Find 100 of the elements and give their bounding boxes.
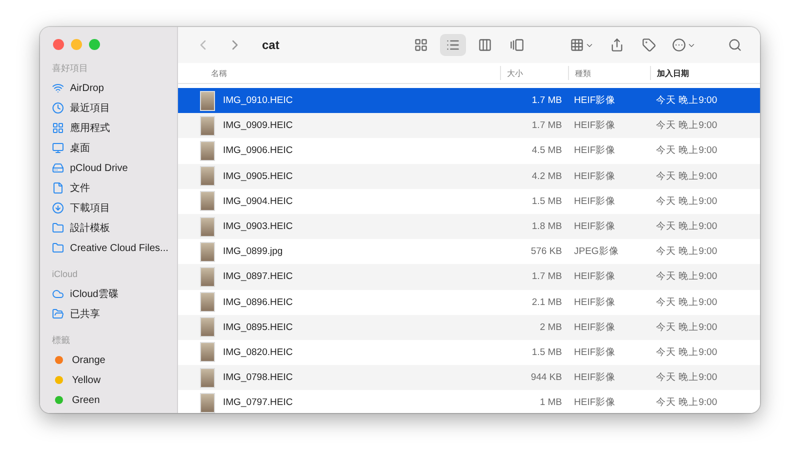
file-row[interactable]: IMG_0910.HEIC 1.7 MB HEIF影像 今天 晚上9:00 xyxy=(178,88,760,114)
tag-icon xyxy=(642,38,656,52)
sidebar-item[interactable]: 文件 xyxy=(40,178,177,198)
folder-icon xyxy=(52,222,64,234)
sidebar-item[interactable]: Green xyxy=(40,390,177,410)
sidebar-item[interactable]: Orange xyxy=(40,350,177,370)
date-added: 今天 晚上9:00 xyxy=(655,144,718,158)
file-size: 2.1 MB xyxy=(530,296,563,308)
date-added: 今天 晚上9:00 xyxy=(655,346,718,359)
sidebar-item[interactable]: 設計模板 xyxy=(40,218,177,238)
photo-placeholder xyxy=(200,368,215,388)
column-heading[interactable]: 大小 xyxy=(500,66,568,80)
file-size: 1.5 MB xyxy=(530,196,563,207)
file-size: 1.8 MB xyxy=(530,221,563,232)
photo-placeholder xyxy=(200,317,215,338)
list-view-icon xyxy=(446,38,460,52)
file-row[interactable]: IMG_0895.HEIC 2 MB HEIF影像 今天 晚上9:00 xyxy=(178,314,760,340)
file-name: IMG_0909.HEIC xyxy=(223,120,293,132)
sidebar-item[interactable]: 最近項目 xyxy=(40,98,177,118)
file-size: 1.7 MB xyxy=(530,95,563,106)
file-name: IMG_0899.jpg xyxy=(223,246,283,258)
file-kind: HEIF影像 xyxy=(573,320,617,334)
list-view-button[interactable] xyxy=(440,34,466,56)
photo-placeholder xyxy=(200,90,215,111)
file-kind: HEIF影像 xyxy=(573,270,617,284)
column-heading[interactable]: 加入日期 xyxy=(650,66,760,80)
download-icon xyxy=(52,202,64,214)
file-kind: HEIF影像 xyxy=(573,396,617,410)
column-heading[interactable]: 名稱 xyxy=(178,66,500,80)
sidebar-item[interactable]: AirDrop xyxy=(40,78,177,98)
file-size: 4.5 MB xyxy=(530,145,563,156)
file-kind: HEIF影像 xyxy=(573,194,617,208)
file-kind: HEIF影像 xyxy=(573,119,617,132)
file-row[interactable]: IMG_0909.HEIC 1.7 MB HEIF影像 今天 晚上9:00 xyxy=(178,113,760,138)
icon-view-icon xyxy=(414,38,428,52)
date-added: 今天 晚上9:00 xyxy=(655,371,718,384)
file-row[interactable]: IMG_0897.HEIC 1.7 MB HEIF影像 今天 晚上9:00 xyxy=(178,264,760,290)
file-name: IMG_0896.HEIC xyxy=(223,296,293,308)
date-added: 今天 晚上9:00 xyxy=(655,320,718,334)
date-added: 今天 晚上9:00 xyxy=(655,396,718,410)
sidebar-item[interactable]: Creative Cloud Files... xyxy=(40,238,177,258)
file-name: IMG_0895.HEIC xyxy=(223,322,293,333)
file-kind: HEIF影像 xyxy=(573,94,617,108)
file-name: IMG_0797.HEIC xyxy=(223,397,293,408)
file-row[interactable]: IMG_0798.HEIC 944 KB HEIF影像 今天 晚上9:00 xyxy=(178,365,760,390)
sidebar-item[interactable]: 桌面 xyxy=(40,138,177,158)
column-view-icon xyxy=(478,38,492,52)
sidebar-item[interactable]: iCloud雲碟 xyxy=(40,284,177,304)
file-row[interactable]: IMG_0903.HEIC 1.8 MB HEIF影像 今天 晚上9:00 xyxy=(178,214,760,240)
photo-placeholder xyxy=(200,392,215,413)
file-name: IMG_0820.HEIC xyxy=(223,346,293,358)
apps-icon xyxy=(52,122,64,134)
sidebar-item[interactable]: 應用程式 xyxy=(40,118,177,138)
sidebar-item[interactable]: pCloud Drive xyxy=(40,158,177,178)
file-kind: HEIF影像 xyxy=(573,220,617,234)
file-name: IMG_0798.HEIC xyxy=(223,372,293,384)
sidebar-item[interactable]: 下載項目 xyxy=(40,198,177,218)
file-row[interactable]: IMG_0797.HEIC 1 MB HEIF影像 今天 晚上9:00 xyxy=(178,390,760,413)
sidebar-section-title: 標籤 xyxy=(51,334,71,347)
sidebar-item[interactable]: Yellow xyxy=(40,370,177,390)
file-name: IMG_0897.HEIC xyxy=(223,271,293,282)
file-name: IMG_0906.HEIC xyxy=(223,145,293,156)
document-icon xyxy=(52,182,64,194)
window-title: cat xyxy=(262,38,280,52)
photo-placeholder xyxy=(200,166,215,186)
cloud-icon xyxy=(52,288,64,300)
sidebar-section-title: 喜好項目 xyxy=(51,62,89,75)
file-kind: HEIF影像 xyxy=(573,296,617,309)
clock-icon xyxy=(52,102,64,114)
date-added: 今天 晚上9:00 xyxy=(655,119,718,132)
photo-placeholder xyxy=(200,342,215,362)
photo-placeholder xyxy=(200,216,215,237)
file-size: 1 MB xyxy=(538,397,563,408)
file-size: 576 KB xyxy=(530,246,563,258)
file-size: 4.2 MB xyxy=(530,170,563,182)
photo-placeholder xyxy=(200,242,215,262)
sidebar-item[interactable]: 已共享 xyxy=(40,304,177,324)
file-name: IMG_0905.HEIC xyxy=(223,170,293,182)
column-heading[interactable]: 種類 xyxy=(568,66,650,80)
date-added: 今天 晚上9:00 xyxy=(655,94,718,108)
date-added: 今天 晚上9:00 xyxy=(655,270,718,284)
file-row[interactable]: IMG_0905.HEIC 4.2 MB HEIF影像 今天 晚上9:00 xyxy=(178,164,760,189)
file-size: 1.7 MB xyxy=(530,120,563,132)
gallery-view-icon xyxy=(510,38,524,52)
file-size: 1.5 MB xyxy=(530,346,563,358)
drive-icon xyxy=(52,162,64,174)
folder-icon xyxy=(52,242,64,254)
date-added: 今天 晚上9:00 xyxy=(655,296,718,309)
file-size: 2 MB xyxy=(538,322,563,333)
monitor-icon xyxy=(52,142,64,154)
photo-placeholder xyxy=(200,191,215,212)
photo-placeholder xyxy=(200,266,215,287)
file-row[interactable]: IMG_0899.jpg 576 KB JPEG影像 今天 晚上9:00 xyxy=(178,239,760,264)
file-name: IMG_0910.HEIC xyxy=(223,95,293,106)
date-added: 今天 晚上9:00 xyxy=(655,194,718,208)
date-added: 今天 晚上9:00 xyxy=(655,245,718,258)
file-row[interactable]: IMG_0896.HEIC 2.1 MB HEIF影像 今天 晚上9:00 xyxy=(178,290,760,315)
search-icon xyxy=(728,38,742,52)
date-added: 今天 晚上9:00 xyxy=(655,170,718,183)
file-kind: HEIF影像 xyxy=(573,371,617,384)
